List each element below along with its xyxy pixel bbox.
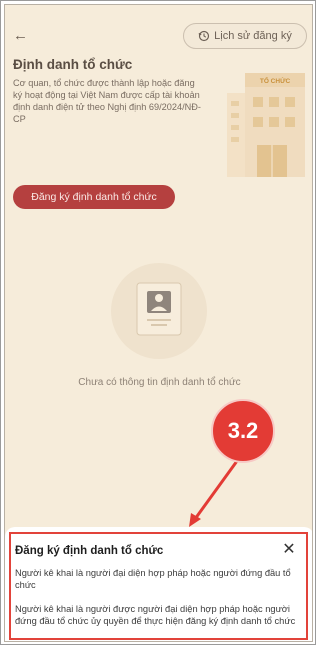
history-label: Lịch sử đăng ký [214,30,292,42]
history-clock-icon [198,30,210,42]
app-screen: ← Lịch sử đăng ký Định danh tổ chức Cơ q… [4,4,313,642]
step-callout-badge: 3.2 [211,399,275,463]
history-button[interactable]: Lịch sử đăng ký [183,23,307,49]
back-arrow-icon[interactable]: ← [13,27,33,45]
empty-profile-illustration [111,263,207,359]
option-authorized-person[interactable]: Người kê khai là người được người đại di… [15,604,299,627]
page-description: Cơ quan, tổ chức được thành lập hoặc đăn… [13,78,201,124]
empty-state-text: Chưa có thông tin định danh tổ chức [78,377,241,388]
building-illustration: TỔ CHỨC [227,73,305,177]
close-icon[interactable]: ✕ [280,541,298,559]
option-legal-representative[interactable]: Người kê khai là người đại diện hợp pháp… [15,568,299,591]
building-sign-text: TỔ CHỨC [260,76,291,85]
screenshot-frame: ← Lịch sử đăng ký Định danh tổ chức Cơ q… [0,0,316,645]
sheet-title: Đăng ký định danh tổ chức [15,545,164,557]
register-organization-button[interactable]: Đăng ký định danh tổ chức [13,185,175,209]
page-title: Định danh tổ chức [13,57,133,72]
